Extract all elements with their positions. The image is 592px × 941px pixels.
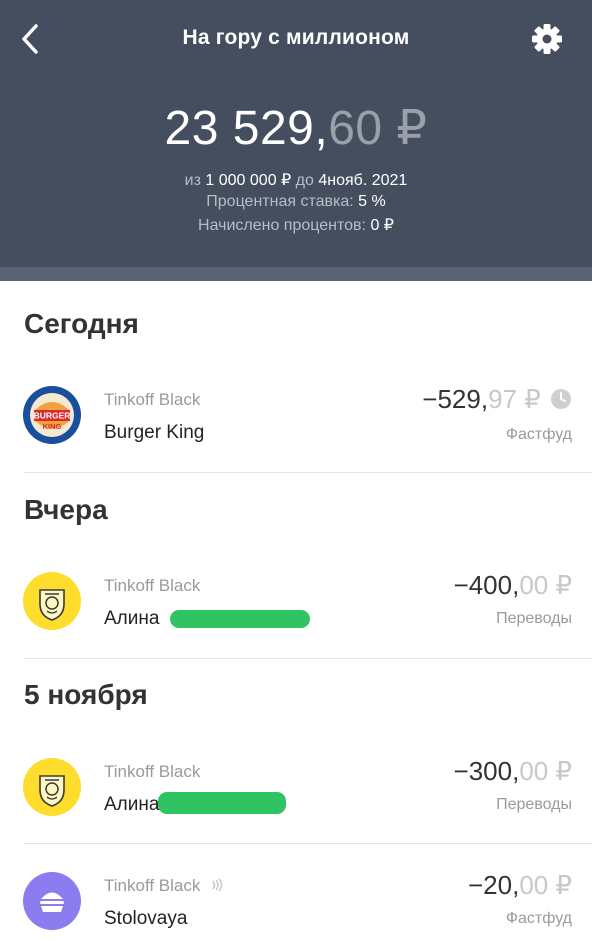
amount-cents: 00 ₽ (519, 870, 572, 900)
transaction-row[interactable]: Tinkoff Black Stolovaya −20,00 ₽ Фастфуд (0, 850, 592, 941)
category-label: Фастфуд (505, 426, 572, 443)
merchant-name: Stolovaya (104, 908, 188, 929)
account-name: Tinkoff Black (104, 576, 201, 595)
balance-main: 23 529, (164, 102, 329, 155)
accrued-value: 0 ₽ (370, 217, 394, 234)
goal-mid: до (295, 172, 314, 189)
amount-cents: 00 ₽ (519, 570, 572, 600)
goal-value: 1 000 000 ₽ (205, 172, 292, 189)
gear-icon (532, 24, 562, 54)
svg-text:BURGER: BURGER (34, 411, 71, 421)
amount-main: −300, (453, 756, 520, 786)
divider (24, 658, 592, 659)
transaction-row[interactable]: Tinkoff Black Алина −300,00 ₽ Переводы (0, 734, 592, 839)
accrued-line: Начислено процентов: 0 ₽ (0, 215, 592, 235)
amount-cents: 00 ₽ (519, 756, 572, 786)
svg-text:KING: KING (43, 422, 62, 431)
redaction-mark (158, 792, 286, 814)
category-label: Фастфуд (505, 910, 572, 927)
account-name: Tinkoff Black (104, 390, 201, 409)
goal-prefix: из (184, 172, 201, 189)
rate-line: Процентная ставка: 5 % (0, 193, 592, 211)
merchant-name: Burger King (104, 422, 205, 443)
amount-main: −20, (467, 870, 520, 900)
category-label: Переводы (496, 796, 572, 813)
tinkoff-logo-icon (23, 572, 81, 630)
settings-button[interactable] (530, 22, 564, 56)
amount-cents: 97 ₽ (488, 384, 541, 414)
rate-label: Процентная ставка: (206, 193, 354, 210)
header-bottom-strip (0, 267, 592, 281)
merchant-name: Алина (104, 608, 160, 629)
amount-main: −400, (453, 570, 520, 600)
accrued-label: Начислено процентов: (198, 217, 366, 234)
contactless-icon (212, 878, 223, 892)
transaction-amount: −20,00 ₽ (468, 870, 572, 901)
account-name: Tinkoff Black (104, 876, 225, 896)
goal-date: 4нояб. 2021 (318, 172, 408, 189)
balance-cents: 60 ₽ (328, 102, 428, 155)
divider (24, 843, 592, 844)
merchant-name: Алина (104, 794, 160, 815)
section-title-nov5: 5 ноября (24, 679, 148, 710)
category-label: Переводы (496, 610, 572, 627)
redaction-mark (170, 610, 310, 628)
account-name-text: Tinkoff Black (104, 876, 201, 895)
divider (24, 472, 592, 473)
tinkoff-logo-icon (23, 758, 81, 816)
section-title-today: Сегодня (24, 308, 139, 339)
goal-header: На гору с миллионом 23 529,60 ₽ из 1 000… (0, 0, 592, 281)
amount-main: −529, (422, 384, 489, 414)
balance-amount: 23 529,60 ₽ (0, 100, 592, 156)
transaction-row[interactable]: Tinkoff Black Алина −400,00 ₽ Переводы (0, 548, 592, 653)
account-name: Tinkoff Black (104, 762, 201, 781)
page-title: На гору с миллионом (182, 26, 410, 49)
section-title-yesterday: Вчера (24, 494, 108, 525)
transaction-amount: −400,00 ₽ (454, 570, 572, 601)
goal-line: из 1 000 000 ₽ до 4нояб. 2021 (0, 170, 592, 190)
burger-icon (23, 872, 81, 930)
transaction-amount: −300,00 ₽ (454, 756, 572, 787)
burger-king-logo-icon: BURGER KING (23, 386, 81, 444)
transaction-row[interactable]: BURGER KING Tinkoff Black Burger King −5… (0, 362, 592, 467)
clock-icon (551, 389, 571, 409)
rate-value: 5 % (358, 193, 386, 210)
transaction-amount: −529,97 ₽ (422, 384, 572, 415)
